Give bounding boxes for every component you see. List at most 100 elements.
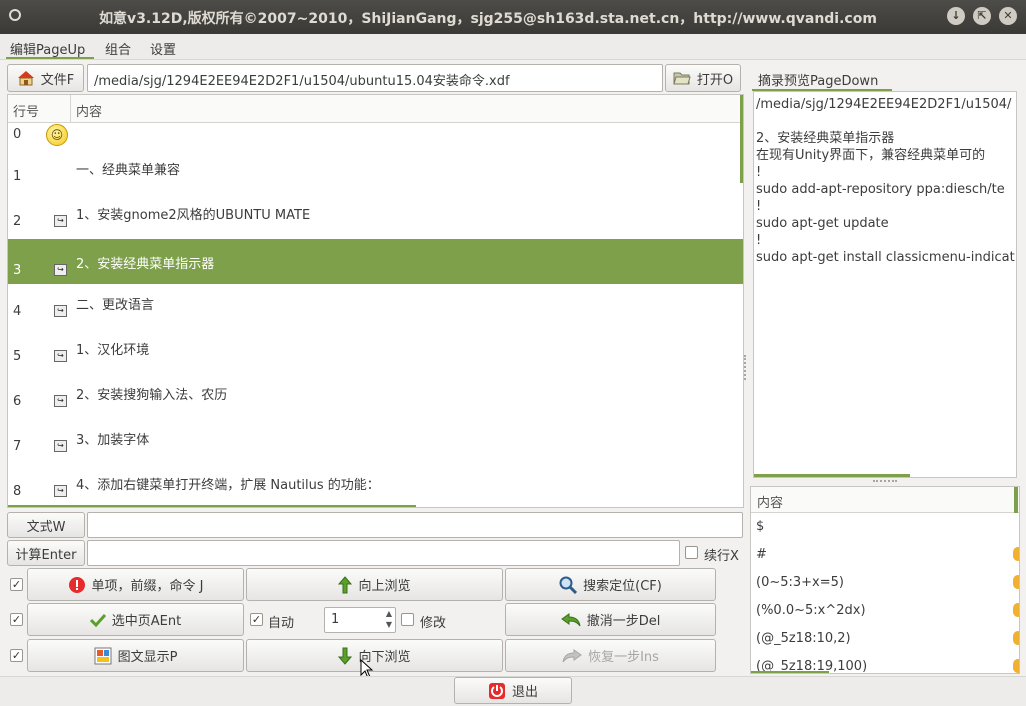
list-item[interactable]: (%0.0~5:x^2dx) xyxy=(756,603,866,618)
preview-line: sudo add-apt-repository ppa:diesch/te xyxy=(756,182,1005,197)
text-button[interactable]: 文式W xyxy=(7,512,85,538)
image-icon xyxy=(94,647,112,664)
preview-pane[interactable]: /media/sjg/1294E2EE94E2D2F1/u1504/ 2、安装经… xyxy=(753,91,1017,478)
search-button[interactable]: 搜索定位(CF) xyxy=(505,568,716,601)
undo-icon xyxy=(560,612,581,626)
auto-spinbox[interactable]: 1 ▲ ▼ xyxy=(324,607,396,633)
text-input[interactable] xyxy=(87,512,743,538)
file-button[interactable]: 文件F xyxy=(7,64,84,92)
column-header-content[interactable]: 内容 xyxy=(76,101,102,120)
content-list[interactable]: 内容 $ # (0~5:3+x=5) (%0.0~5:x^2dx) (@_5z1… xyxy=(750,486,1020,674)
preview-scrollbar[interactable] xyxy=(754,474,910,477)
auto-value: 1 xyxy=(331,612,340,627)
line-table[interactable]: 行号 内容 0 ☺ 1 一、经典菜单兼容 2 ↪ 1、安装gnome2风格的UB… xyxy=(7,94,744,508)
select-page-label: 选中页AEnt xyxy=(111,614,182,629)
search-label: 搜索定位(CF) xyxy=(583,579,662,594)
row-number: 1 xyxy=(13,169,22,184)
image-text-checkbox[interactable]: ✓ xyxy=(10,649,23,662)
table-row[interactable]: 1 一、经典菜单兼容 xyxy=(8,145,743,190)
select-page-checkbox[interactable]: ✓ xyxy=(10,613,23,626)
preview-line: sudo apt-get install classicmenu-indicat xyxy=(756,250,1015,265)
content-list-header[interactable]: 内容 xyxy=(751,487,1019,513)
menu-settings[interactable]: 设置 xyxy=(150,39,176,58)
preview-line: sudo apt-get update xyxy=(756,216,889,231)
search-icon xyxy=(559,576,578,594)
row-number: 7 xyxy=(13,439,22,454)
table-row[interactable]: 0 ☺ xyxy=(8,123,743,146)
horizontal-splitter[interactable] xyxy=(873,480,897,483)
close-icon[interactable]: ✕ xyxy=(999,7,1017,25)
maximize-icon[interactable]: ⇱ xyxy=(973,7,991,25)
link-icon: ↪ xyxy=(54,264,67,276)
vertical-splitter[interactable] xyxy=(744,355,747,380)
table-row[interactable]: 8 ↪ 4、添加右键菜单打开终端，扩展 Nautilus 的功能： xyxy=(8,460,743,505)
horizontal-scrollbar[interactable] xyxy=(8,505,416,507)
single-item-label: 单项，前缀，命令 J xyxy=(91,579,204,594)
single-item-button[interactable]: 单项，前缀，命令 J xyxy=(27,568,244,601)
browse-up-button[interactable]: 向上浏览 xyxy=(246,568,503,601)
window-menu-icon[interactable] xyxy=(9,9,21,21)
row-number: 3 xyxy=(13,263,22,278)
menu-bar: 编辑PageUp 组合 设置 xyxy=(0,34,1026,60)
auto-label: 自动 xyxy=(268,616,295,631)
preview-line: /media/sjg/1294E2EE94E2D2F1/u1504/ xyxy=(756,97,1012,112)
image-text-label: 图文显示P xyxy=(117,650,178,665)
image-text-button[interactable]: 图文显示P xyxy=(27,639,244,672)
list-item[interactable]: (0~5:3+x=5) xyxy=(756,575,844,590)
row-text: 二、更改语言 xyxy=(76,298,155,313)
item-marker-icon xyxy=(1013,547,1019,561)
undo-button[interactable]: 撤消一步Del xyxy=(505,603,716,636)
preview-line: ! xyxy=(756,233,762,248)
row-number: 5 xyxy=(13,349,22,364)
table-row[interactable]: 5 ↪ 1、汉化环境 xyxy=(8,325,743,370)
table-row[interactable]: 2 ↪ 1、安装gnome2风格的UBUNTU MATE xyxy=(8,190,743,235)
row-text: 1、安装gnome2风格的UBUNTU MATE xyxy=(76,208,311,223)
table-row-selected[interactable]: 3 ↪ 2、安装经典菜单指示器 xyxy=(8,239,743,284)
window-title: 如意v3.12D,版权所有©2007~2010，ShiJianGang，sjg2… xyxy=(99,11,877,27)
redo-label: 恢复一步Ins xyxy=(588,650,659,665)
power-icon xyxy=(488,682,505,699)
content-list-hscroll[interactable] xyxy=(751,671,829,673)
preview-line: 在现有Unity界面下，兼容经典菜单可的 xyxy=(756,148,986,163)
link-icon: ↪ xyxy=(54,440,67,452)
tab-preview[interactable]: 摘录预览PageDown xyxy=(752,66,892,91)
list-item[interactable]: (@_5z18:10,2) xyxy=(756,631,851,646)
select-page-button[interactable]: 选中页AEnt xyxy=(27,603,244,636)
exit-label: 退出 xyxy=(511,685,538,700)
menu-combine[interactable]: 组合 xyxy=(105,39,131,58)
browse-down-button[interactable]: 向下浏览 xyxy=(246,639,503,672)
modify-checkbox[interactable] xyxy=(401,613,414,626)
item-marker-icon xyxy=(1013,631,1019,645)
arrow-up-icon xyxy=(338,575,353,593)
column-header-line[interactable]: 行号 xyxy=(13,101,39,120)
redo-button[interactable]: 恢复一步Ins xyxy=(505,639,716,672)
continue-checkbox[interactable] xyxy=(685,546,698,559)
link-icon: ↪ xyxy=(54,215,67,227)
auto-checkbox[interactable]: ✓ xyxy=(250,613,263,626)
list-item[interactable]: # xyxy=(756,547,767,562)
content-list-scrollbar[interactable] xyxy=(1014,487,1018,513)
calc-button[interactable]: 计算Enter xyxy=(7,540,85,566)
exit-button[interactable]: 退出 xyxy=(454,677,572,704)
table-row[interactable]: 7 ↪ 3、加装字体 xyxy=(8,415,743,460)
preview-line: ! xyxy=(756,165,762,180)
home-icon xyxy=(17,71,34,86)
path-field[interactable]: /media/sjg/1294E2EE94E2D2F1/u1504/ubuntu… xyxy=(87,64,663,92)
list-item[interactable]: $ xyxy=(756,519,764,534)
calc-input[interactable] xyxy=(87,540,680,566)
spinner-arrows-icon[interactable]: ▲ ▼ xyxy=(386,608,392,630)
single-item-checkbox[interactable]: ✓ xyxy=(10,578,23,591)
menu-edit[interactable]: 编辑PageUp xyxy=(10,39,85,58)
menu-active-underline xyxy=(6,57,94,59)
table-row[interactable]: 6 ↪ 2、安装搜狗输入法、农历 xyxy=(8,370,743,415)
open-button[interactable]: 打开O xyxy=(665,64,741,92)
file-button-label: 文件F xyxy=(40,72,75,88)
item-marker-icon xyxy=(1013,603,1019,617)
minimize-icon[interactable]: ↓ xyxy=(947,7,965,25)
row-text: 4、添加右键菜单打开终端，扩展 Nautilus 的功能： xyxy=(76,478,380,493)
link-icon: ↪ xyxy=(54,395,67,407)
table-row[interactable]: 4 ↪ 二、更改语言 xyxy=(8,280,743,325)
arrow-down-icon xyxy=(338,647,353,665)
alert-icon xyxy=(68,576,85,593)
link-icon: ↪ xyxy=(54,485,67,497)
